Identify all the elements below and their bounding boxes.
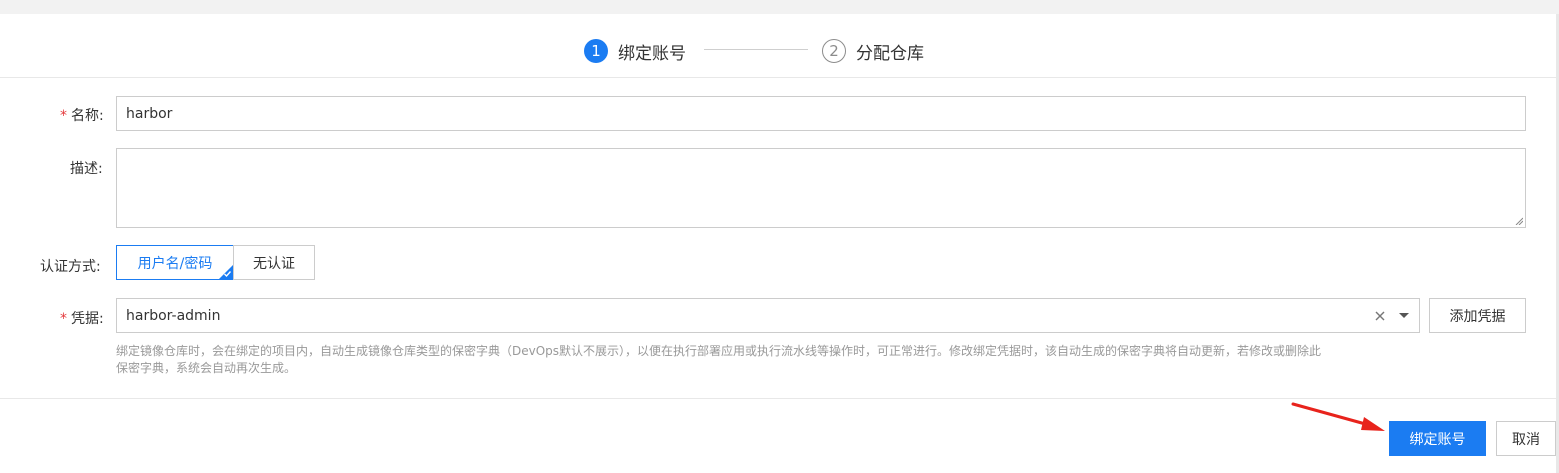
- auth-option-password[interactable]: 用户名/密码: [116, 245, 234, 280]
- clear-icon[interactable]: [1373, 309, 1387, 323]
- name-label: * 名称:: [60, 108, 104, 124]
- step-label-2: 分配仓库: [856, 43, 924, 64]
- credential-select[interactable]: harbor-admin: [116, 298, 1420, 333]
- bind-account-button[interactable]: 绑定账号: [1389, 421, 1486, 456]
- description-textarea[interactable]: [116, 148, 1526, 228]
- top-strip: [0, 0, 1559, 14]
- auth-method-label: 认证方式:: [40, 259, 101, 275]
- auth-option-none[interactable]: 无认证: [233, 245, 315, 280]
- step-number-2: 2: [822, 39, 846, 63]
- step-connector-line: [704, 49, 808, 50]
- description-label: 描述:: [70, 161, 103, 177]
- step-label-1: 绑定账号: [618, 43, 686, 64]
- steps-header: 1 绑定账号 2 分配仓库: [0, 14, 1556, 78]
- name-input[interactable]: harbor: [116, 96, 1526, 131]
- add-credential-button[interactable]: 添加凭据: [1429, 298, 1526, 333]
- credential-label: * 凭据:: [60, 311, 104, 327]
- step-assign-repo[interactable]: 2 分配仓库: [822, 37, 924, 65]
- cancel-button[interactable]: 取消: [1496, 421, 1556, 456]
- chevron-down-icon[interactable]: [1399, 313, 1409, 318]
- check-icon: [224, 271, 232, 278]
- resize-grip-icon[interactable]: [1515, 217, 1523, 225]
- step-number-1: 1: [584, 39, 608, 63]
- credential-help-text: 绑定镜像仓库时，会在绑定的项目内，自动生成镜像仓库类型的保密字典（DevOps默…: [116, 344, 1322, 375]
- annotation-arrow-icon: [1291, 402, 1385, 431]
- step-bind-account[interactable]: 1 绑定账号: [584, 37, 686, 65]
- required-mark: *: [60, 311, 67, 327]
- credential-select-value: harbor-admin: [126, 307, 221, 324]
- required-mark: *: [60, 108, 67, 124]
